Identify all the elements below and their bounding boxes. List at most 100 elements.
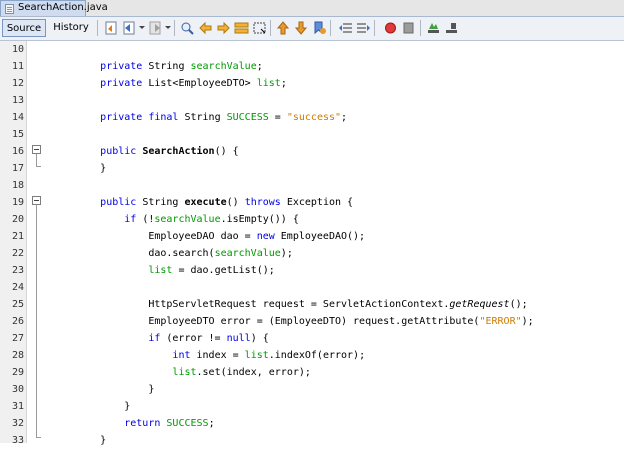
code-token: () {: [214, 146, 239, 157]
toolbar-separator: [174, 20, 175, 36]
code-token: String: [178, 112, 227, 123]
toggle-bookmark-icon[interactable]: [312, 20, 327, 36]
code-token: "success": [286, 112, 342, 123]
code-token: execute: [184, 197, 227, 208]
code-token: SUCCESS: [166, 418, 209, 429]
code-token: private final: [100, 112, 179, 123]
code-line[interactable]: list = dao.getList();: [52, 262, 275, 279]
stop-macro-icon[interactable]: [401, 20, 416, 36]
code-token: ;: [280, 78, 287, 89]
code-line[interactable]: public String execute() throws Exception…: [52, 194, 353, 211]
code-line[interactable]: if (error != null) {: [52, 330, 269, 347]
code-line[interactable]: }: [52, 432, 106, 449]
back-dropdown-icon[interactable]: [139, 26, 145, 29]
code-token: list: [256, 78, 281, 89]
toolbar-separator: [374, 20, 375, 36]
code-token: private: [100, 78, 143, 89]
shift-right-icon[interactable]: [356, 20, 371, 36]
line-number: 15: [11, 129, 24, 140]
history-tab[interactable]: History: [49, 19, 93, 37]
code-token: List<EmployeeDTO>: [142, 78, 257, 89]
code-token: ;: [341, 112, 348, 123]
code-line[interactable]: private List<EmployeeDTO> list;: [52, 75, 287, 92]
code-token: private: [100, 61, 143, 72]
code-token: );: [280, 248, 293, 259]
forward-dropdown-icon[interactable]: [165, 26, 171, 29]
code-token: .isEmpty()) {: [220, 214, 299, 225]
code-line[interactable]: }: [52, 398, 130, 415]
file-tab[interactable]: SearchAction.java: [0, 0, 108, 16]
line-number: 26: [11, 316, 24, 327]
code-token: list: [172, 367, 197, 378]
code-token: ) {: [250, 333, 269, 344]
code-token: ;: [256, 61, 263, 72]
code-token: =: [268, 112, 287, 123]
line-number: 22: [11, 248, 24, 259]
code-line[interactable]: dao.search(searchValue);: [52, 245, 293, 262]
line-number: 25: [11, 299, 24, 310]
code-line[interactable]: return SUCCESS;: [52, 415, 215, 432]
code-token: ;: [208, 418, 215, 429]
editor-toolbar: Source History: [0, 17, 624, 41]
line-number: 24: [11, 282, 24, 293]
code-token: public: [100, 197, 137, 208]
line-number: 18: [11, 180, 24, 191]
back-icon[interactable]: [122, 20, 137, 36]
code-line[interactable]: if (!searchValue.isEmpty()) {: [52, 211, 299, 228]
source-tab[interactable]: Source: [2, 19, 46, 37]
code-token: list: [148, 265, 173, 276]
code-token: searchValue: [154, 214, 221, 225]
toolbar-separator: [270, 20, 271, 36]
code-token: ();: [509, 299, 528, 310]
previous-bookmark-icon[interactable]: [276, 20, 291, 36]
code-token: SUCCESS: [226, 112, 269, 123]
code-editor[interactable]: 10 11 private String searchValue; 12 priva…: [0, 41, 624, 446]
code-token: = dao.getList();: [172, 265, 275, 276]
code-token: list: [244, 350, 269, 361]
code-line[interactable]: private final String SUCCESS = "success"…: [52, 109, 347, 126]
code-token: throws: [244, 197, 281, 208]
code-line[interactable]: int index = list.indexOf(error);: [52, 347, 365, 364]
find-selection-icon[interactable]: [180, 20, 195, 36]
code-line[interactable]: }: [52, 381, 154, 398]
code-token: null: [226, 333, 251, 344]
code-line[interactable]: EmployeeDAO dao = new EmployeeDAO();: [52, 228, 365, 245]
line-number: 32: [11, 418, 24, 429]
find-previous-icon[interactable]: [198, 20, 213, 36]
code-token: }: [52, 401, 131, 412]
fold-toggle-constructor[interactable]: [32, 145, 41, 154]
next-bookmark-icon[interactable]: [294, 20, 309, 36]
toolbar-separator: [330, 20, 331, 36]
find-next-icon[interactable]: [216, 20, 231, 36]
rectangular-selection-icon[interactable]: [252, 20, 267, 36]
code-token: .indexOf(error);: [268, 350, 366, 361]
comment-icon[interactable]: [426, 20, 441, 36]
line-number: 28: [11, 350, 24, 361]
start-macro-icon[interactable]: [383, 20, 398, 36]
line-number: 17: [11, 163, 24, 174]
code-line[interactable]: list.set(index, error);: [52, 364, 311, 381]
fold-guide: [36, 154, 37, 166]
code-token: (!: [136, 214, 155, 225]
uncomment-icon[interactable]: [444, 20, 459, 36]
editor-tab-strip: SearchAction.java: [0, 0, 624, 17]
code-token: .set(index, error);: [196, 367, 311, 378]
code-token: }: [52, 384, 155, 395]
line-number: 10: [11, 44, 24, 55]
code-line[interactable]: EmployeeDTO error = (EmployeeDTO) reques…: [52, 313, 533, 330]
toggle-highlight-icon[interactable]: [234, 20, 249, 36]
code-line[interactable]: }: [52, 160, 106, 177]
code-line[interactable]: public SearchAction() {: [52, 143, 239, 160]
toolbar-separator: [97, 20, 98, 36]
last-edit-icon[interactable]: [104, 20, 119, 36]
forward-icon[interactable]: [148, 20, 163, 36]
code-line[interactable]: HttpServletRequest request = ServletActi…: [52, 296, 528, 313]
line-number: 23: [11, 265, 24, 276]
shift-left-icon[interactable]: [338, 20, 353, 36]
code-token: EmployeeDAO();: [274, 231, 366, 242]
fold-toggle-execute[interactable]: [32, 196, 41, 205]
code-line[interactable]: private String searchValue;: [52, 58, 263, 75]
